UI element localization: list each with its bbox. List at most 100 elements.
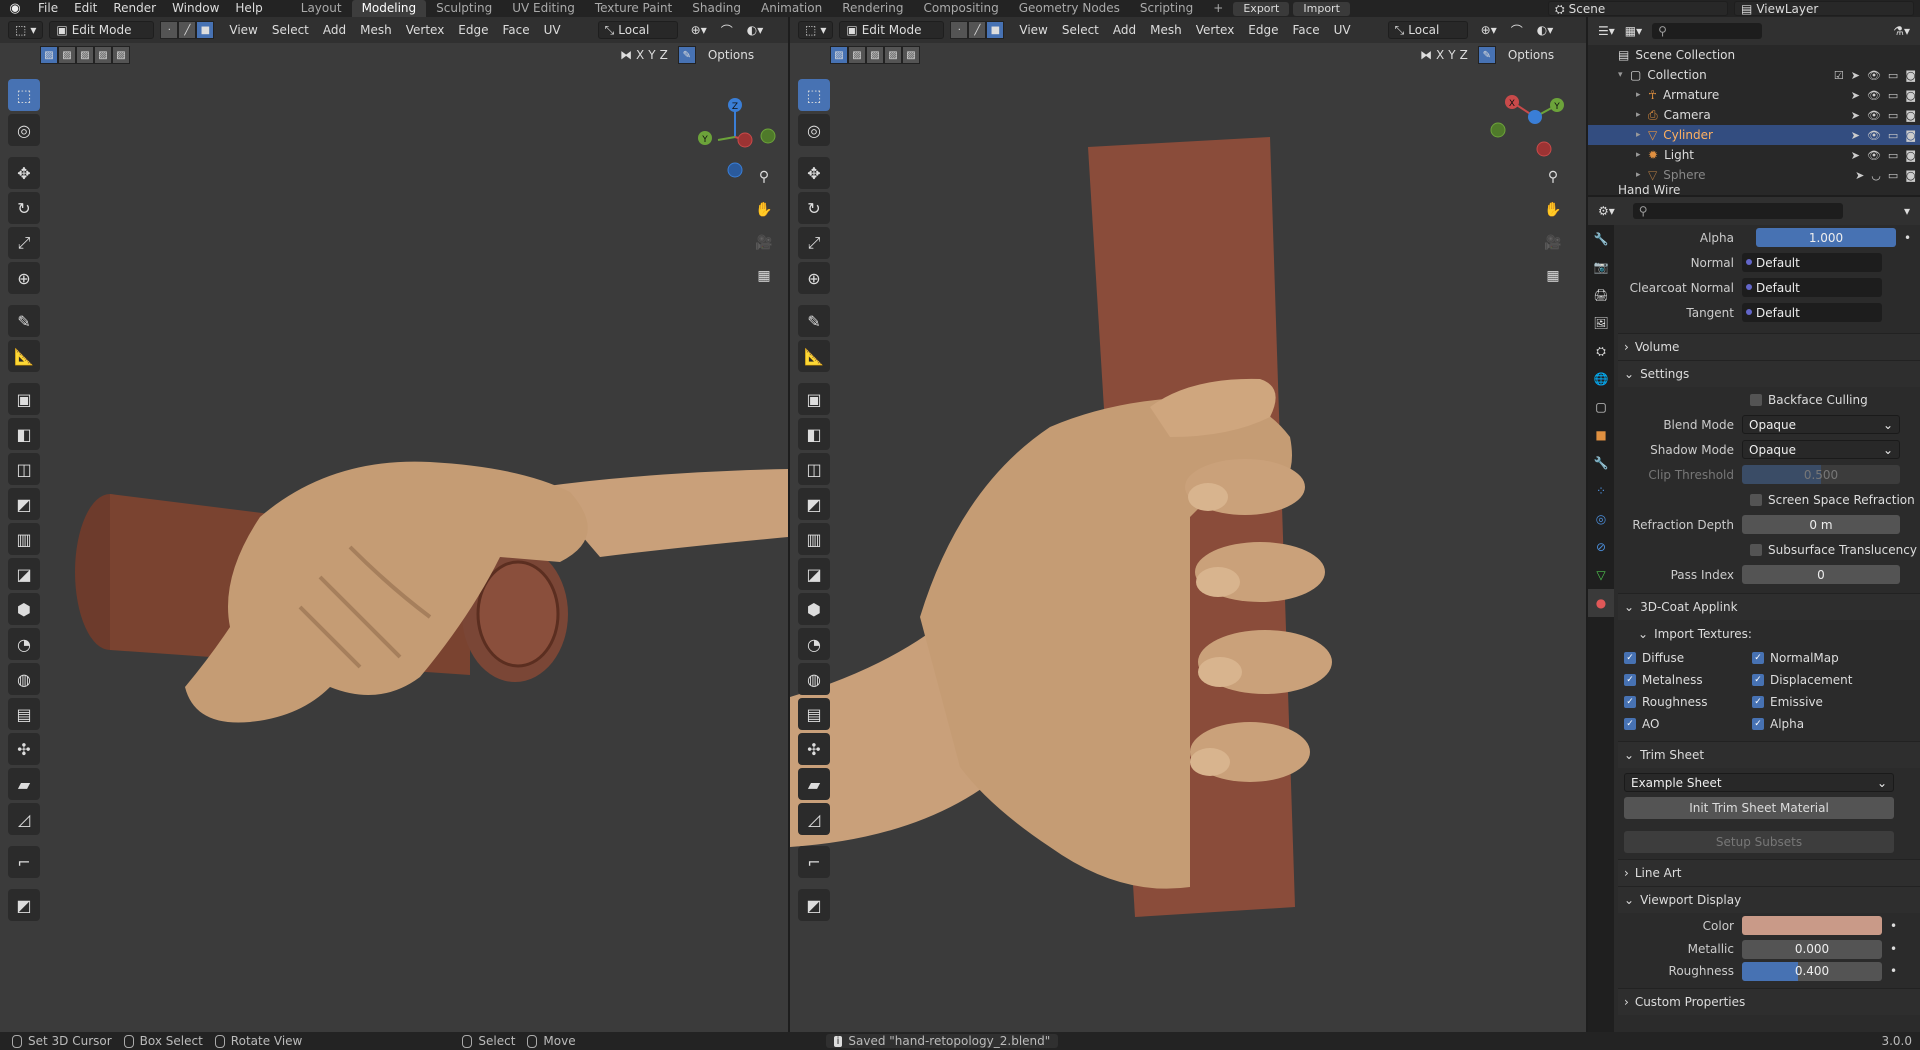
tab-shading[interactable]: Shading	[682, 0, 751, 17]
render-camera-icon[interactable]: ◙	[1905, 129, 1916, 142]
volume-panel-header[interactable]: › Volume	[1618, 333, 1920, 360]
loop-cut-icon[interactable]: ▥	[8, 523, 40, 555]
scene-tab-icon[interactable]: ⛭	[1588, 337, 1614, 365]
view-layer-selector[interactable]: ▤ ViewLayer	[1734, 1, 1914, 16]
outliner-item-sphere[interactable]: ▸ ▽ Sphere ➤ ◡ ▭ ◙	[1588, 165, 1920, 185]
outliner-item-hand-wire[interactable]: Hand Wire	[1588, 185, 1920, 195]
menu-select[interactable]: Select	[265, 23, 316, 37]
clip-threshold-field[interactable]: 0.500	[1742, 465, 1900, 484]
tex-emissive-row[interactable]: ✓ Emissive	[1752, 691, 1853, 713]
shear-icon[interactable]: ▰	[8, 768, 40, 800]
select-extend-icon[interactable]: ▨	[848, 46, 866, 64]
menu-edge[interactable]: Edge	[451, 23, 495, 37]
backface-culling-checkbox[interactable]	[1750, 393, 1762, 406]
scene-collection-row[interactable]: ▤ Scene Collection	[1588, 45, 1920, 65]
refraction-depth-field[interactable]: 0 m	[1742, 515, 1900, 534]
tab-scripting[interactable]: Scripting	[1130, 0, 1203, 17]
expand-icon[interactable]: ▾	[1618, 70, 1630, 80]
eye-icon[interactable]: 👁	[1867, 69, 1881, 82]
extrude-icon[interactable]: ◧	[8, 418, 40, 450]
shrink-fatten-icon[interactable]: ✣	[798, 733, 830, 765]
keyframe-dot-icon[interactable]: •	[1890, 942, 1897, 956]
pivot-icon[interactable]: ⊕▾	[1474, 23, 1504, 37]
loop-cut-icon[interactable]: ▥	[798, 523, 830, 555]
tab-compositing[interactable]: Compositing	[913, 0, 1008, 17]
add-cube-icon[interactable]: ▣	[8, 383, 40, 415]
rip-icon[interactable]: ◿	[798, 803, 830, 835]
expand-icon[interactable]: ▸	[1636, 90, 1648, 100]
applink-panel-header[interactable]: ⌄ 3D-Coat Applink	[1618, 593, 1920, 620]
select-subtract-icon[interactable]: ▨	[866, 46, 884, 64]
mode-dropdown[interactable]: ▣ Edit Mode	[49, 21, 155, 39]
spin-icon[interactable]: ◔	[798, 628, 830, 660]
snap-icon[interactable]: ⌒	[714, 22, 740, 39]
select-arrow-icon[interactable]: ➤	[1851, 129, 1860, 142]
keyframe-dot-icon[interactable]: •	[1904, 231, 1911, 245]
custom-properties-panel-header[interactable]: › Custom Properties	[1618, 988, 1920, 1015]
bevel-icon[interactable]: ◩	[798, 488, 830, 520]
camera-view-icon[interactable]: 🎥	[751, 230, 777, 256]
shear-icon[interactable]: ▰	[798, 768, 830, 800]
vertex-select-icon[interactable]: ·	[160, 21, 179, 39]
output-tab-icon[interactable]: 🖨	[1588, 281, 1614, 309]
tex-roughness-row[interactable]: ✓ Roughness	[1624, 691, 1752, 713]
tex-normalmap-row[interactable]: ✓ NormalMap	[1752, 647, 1853, 669]
metallic-field[interactable]: 0.000	[1742, 939, 1882, 959]
tab-layout[interactable]: Layout	[291, 0, 352, 17]
orientation-dropdown-right[interactable]: ⤡ Local	[1387, 21, 1468, 39]
annotate-icon[interactable]: ✎	[8, 305, 40, 337]
menu-edge-right[interactable]: Edge	[1241, 23, 1285, 37]
display-mode-icon[interactable]: ▦▾	[1625, 24, 1642, 38]
checkmark-icon[interactable]: ✓	[1752, 696, 1764, 708]
outliner-item-armature[interactable]: ▸ ☥ Armature ➤ 👁 ▭ ◙	[1588, 85, 1920, 105]
options-dropdown[interactable]: Options	[708, 48, 754, 62]
rip-icon[interactable]: ◿	[8, 803, 40, 835]
constraints-tab-icon[interactable]: ⊘	[1588, 533, 1614, 561]
checkbox-icon[interactable]: ☑	[1834, 69, 1844, 82]
menu-vertex[interactable]: Vertex	[399, 23, 452, 37]
measure-icon[interactable]: 📐	[8, 340, 40, 372]
outliner-item-cylinder[interactable]: ▸ ▽ Cylinder ➤ 👁 ▭ ◙	[1588, 125, 1920, 145]
menu-uv-right[interactable]: UV	[1327, 23, 1358, 37]
move-icon[interactable]: ✥	[798, 157, 830, 189]
tab-sculpting[interactable]: Sculpting	[426, 0, 502, 17]
transform-icon[interactable]: ⊕	[8, 262, 40, 294]
select-arrow-icon[interactable]: ➤	[1851, 109, 1860, 122]
select-new-icon[interactable]: ▨	[830, 46, 848, 64]
menu-mesh-right[interactable]: Mesh	[1143, 23, 1189, 37]
monitor-icon[interactable]: ▭	[1888, 149, 1898, 162]
settings-panel-header[interactable]: ⌄ Settings	[1618, 360, 1920, 387]
viewport-left[interactable]: ⬚ ▾ ▣ Edit Mode · ╱ ■ View Select Add Mesh V…	[0, 17, 788, 1032]
face-select-icon[interactable]: ■	[196, 21, 215, 39]
physics-tab-icon[interactable]: ◎	[1588, 505, 1614, 533]
checkmark-icon[interactable]: ✓	[1752, 674, 1764, 686]
properties-search-input[interactable]: ⚲	[1632, 203, 1843, 219]
pass-index-field[interactable]: 0	[1742, 565, 1900, 584]
render-camera-icon[interactable]: ◙	[1905, 169, 1916, 182]
sss-checkbox[interactable]	[1750, 543, 1762, 556]
monitor-icon[interactable]: ▭	[1888, 109, 1898, 122]
annotate-icon[interactable]: ✎	[798, 305, 830, 337]
select-intersect-icon[interactable]: ▨	[112, 46, 130, 64]
poly-build-icon[interactable]: ⬢	[8, 593, 40, 625]
outliner-editor-icon[interactable]: ☰▾	[1598, 24, 1615, 38]
mode-dropdown-right[interactable]: ▣ Edit Mode	[839, 21, 945, 39]
roughness-field[interactable]: 0.400	[1742, 961, 1882, 981]
knife-icon[interactable]: ◪	[798, 558, 830, 590]
menu-file[interactable]: File	[30, 0, 66, 17]
menu-add-right[interactable]: Add	[1106, 23, 1143, 37]
move-icon[interactable]: ✥	[8, 157, 40, 189]
edge-slide-icon[interactable]: ▤	[798, 698, 830, 730]
edge-slide-icon[interactable]: ▤	[8, 698, 40, 730]
overlay-icon[interactable]: ◐▾	[1530, 23, 1561, 37]
selection-boolean-toggle-right[interactable]: ▨ ▨ ▨ ▨ ▨	[830, 46, 920, 64]
orientation-dropdown[interactable]: ⤡ Local	[597, 21, 678, 39]
filter-icon[interactable]: ⚗▾	[1893, 24, 1910, 38]
viewport-display-panel-header[interactable]: ⌄ Viewport Display	[1618, 886, 1920, 913]
tool-tab-icon[interactable]: 🔧	[1588, 225, 1614, 253]
world-tab-icon[interactable]: 🌐	[1588, 365, 1614, 393]
tex-ao-row[interactable]: ✓ AO	[1624, 713, 1752, 735]
rotate-icon[interactable]: ↻	[798, 192, 830, 224]
select-arrow-icon[interactable]: ➤	[1851, 149, 1860, 162]
mirror-z-right[interactable]: Z	[1460, 48, 1468, 62]
